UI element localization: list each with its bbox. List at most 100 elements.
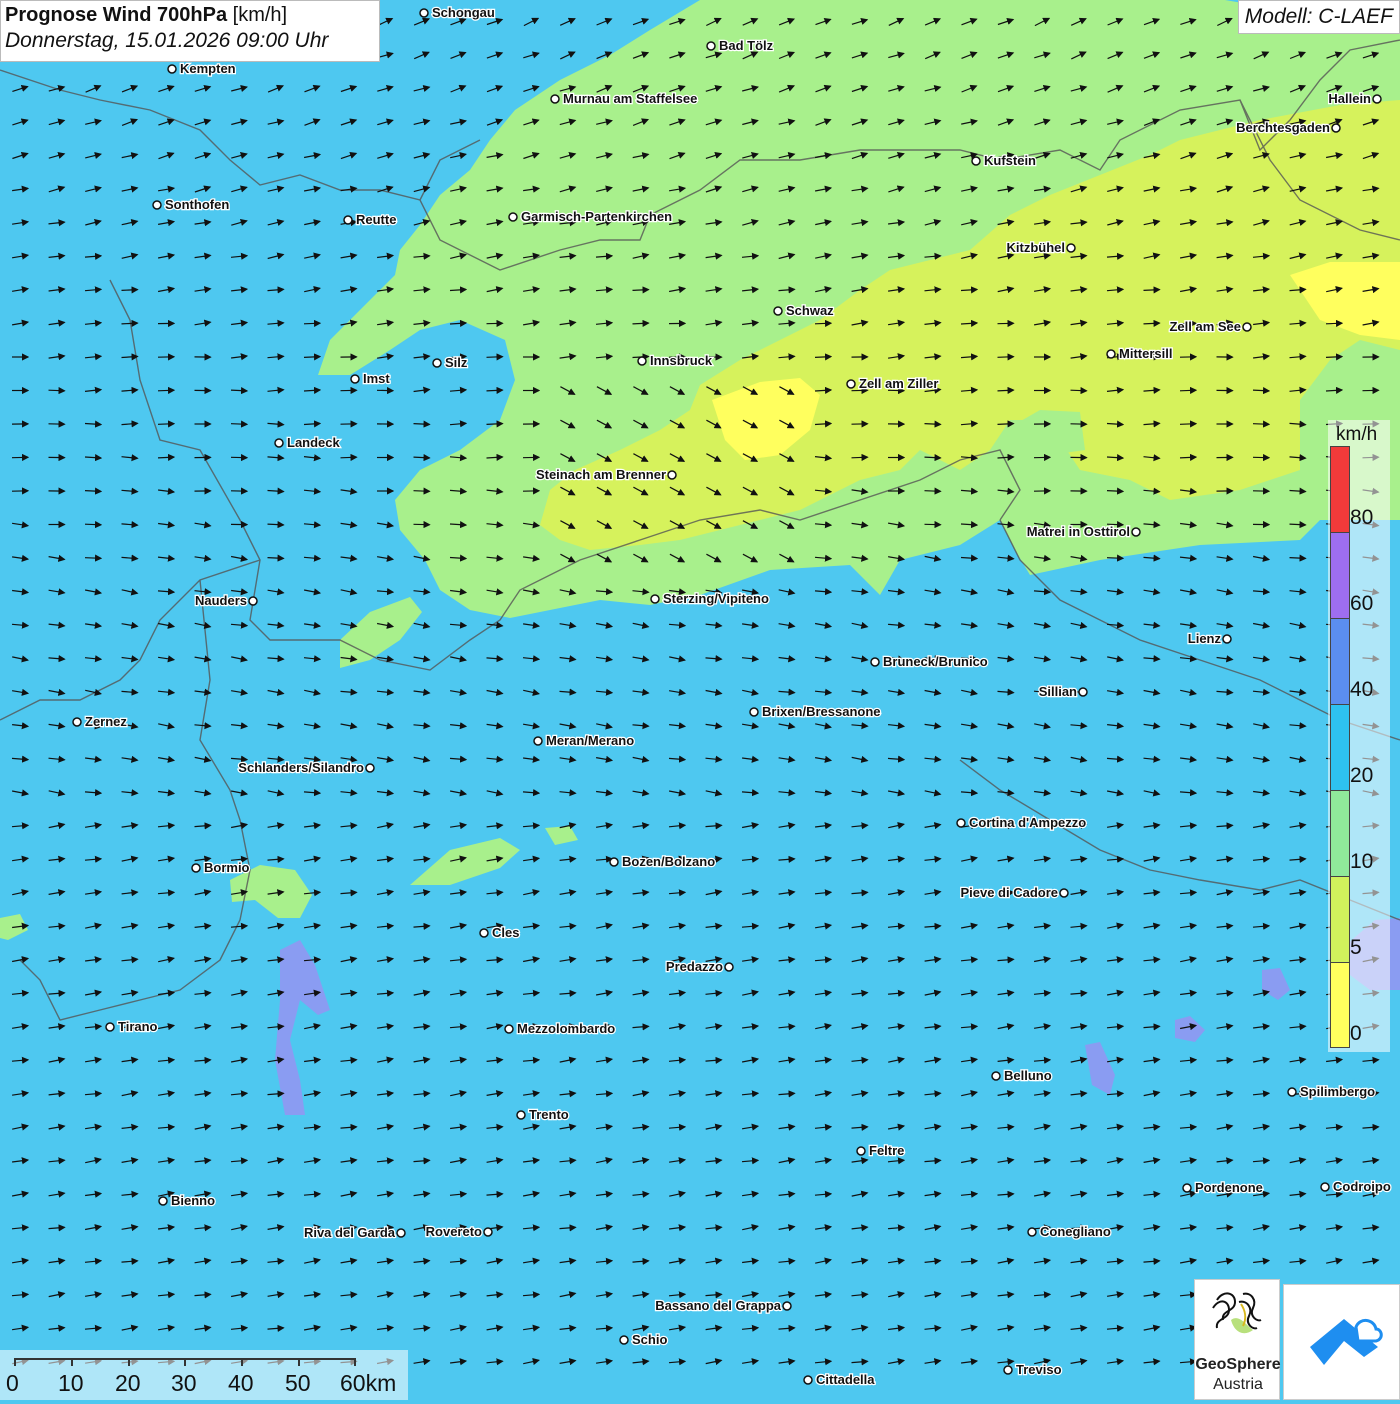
wind-arrow xyxy=(1144,323,1160,324)
geosphere-emblem-icon xyxy=(1195,1280,1279,1350)
city-dot xyxy=(480,929,488,937)
city-marker[interactable]: Steinach am Brenner xyxy=(536,467,676,482)
wind-arrow xyxy=(414,491,430,492)
city-label: Mittersill xyxy=(1119,346,1172,361)
geosphere-austria-logo[interactable]: GeoSphere Austria xyxy=(1194,1279,1280,1400)
wind-arrow xyxy=(487,390,503,391)
city-marker[interactable]: Sonthofen xyxy=(153,197,229,212)
city-label: Meran/Merano xyxy=(546,733,634,748)
title-unit: [km/h] xyxy=(233,4,287,26)
city-marker[interactable]: Innsbruck xyxy=(638,353,713,368)
wind-arrow xyxy=(1326,357,1342,358)
scale-label: 0 xyxy=(6,1370,19,1397)
city-label: Lienz xyxy=(1188,631,1222,646)
city-dot xyxy=(551,95,559,103)
city-marker[interactable]: Pieve di Cadore xyxy=(960,885,1068,900)
city-label: Treviso xyxy=(1016,1362,1062,1377)
city-marker[interactable]: Bozen/Bolzano xyxy=(610,854,715,869)
city-dot xyxy=(1321,1183,1329,1191)
city-marker[interactable]: Murnau am Staffelsee xyxy=(551,91,697,106)
city-dot xyxy=(433,359,441,367)
city-marker[interactable]: Garmisch-Partenkirchen xyxy=(509,209,672,224)
weather-app-logo[interactable] xyxy=(1283,1284,1400,1400)
wind-arrow xyxy=(1144,290,1160,291)
city-dot xyxy=(857,1147,865,1155)
scale-label: 60km xyxy=(340,1370,396,1397)
city-label: Imst xyxy=(363,371,390,386)
city-marker[interactable]: Matrei in Osttirol xyxy=(1027,524,1140,539)
city-label: Riva del Garda xyxy=(304,1225,396,1240)
city-label: Tirano xyxy=(118,1019,158,1034)
city-dot xyxy=(1288,1088,1296,1096)
city-dot xyxy=(750,708,758,716)
city-dot xyxy=(668,471,676,479)
geosphere-text: GeoSphere xyxy=(1195,1356,1281,1374)
city-label: Zell am See xyxy=(1169,319,1241,334)
city-dot xyxy=(1079,688,1087,696)
city-dot xyxy=(1183,1184,1191,1192)
city-marker[interactable]: Berchtesgaden xyxy=(1236,120,1340,135)
city-marker[interactable]: Zell am See xyxy=(1169,319,1251,334)
wind-arrow xyxy=(925,491,941,492)
wind-arrow xyxy=(633,290,649,291)
city-dot xyxy=(1067,244,1075,252)
city-marker[interactable]: Brixen/Bressanone xyxy=(750,704,881,719)
city-label: Kufstein xyxy=(984,153,1036,168)
city-marker[interactable]: Conegliano xyxy=(1028,1224,1111,1239)
wind-arrow xyxy=(1107,558,1123,559)
city-dot xyxy=(509,213,517,221)
city-marker[interactable]: Spilimbergo xyxy=(1288,1084,1375,1099)
wind-arrow xyxy=(231,424,247,425)
city-dot xyxy=(106,1023,114,1031)
city-marker[interactable]: Schongau xyxy=(420,5,495,20)
city-marker[interactable]: Kitzbühel xyxy=(1007,240,1076,255)
city-marker[interactable]: Sterzing/Vipiteno xyxy=(651,591,769,606)
city-marker[interactable]: Predazzo xyxy=(666,959,733,974)
wind-arrow xyxy=(633,323,649,324)
city-marker[interactable]: Zell am Ziller xyxy=(847,376,938,391)
city-label: Reutte xyxy=(356,212,396,227)
wind-arrow xyxy=(925,424,941,425)
legend-title: km/h xyxy=(1336,424,1377,446)
forecast-date: Donnerstag, 15.01.2026 09:00 Uhr xyxy=(5,29,375,53)
city-label: Mezzolombardo xyxy=(517,1021,615,1036)
city-label: Matrei in Osttirol xyxy=(1027,524,1130,539)
legend-swatch xyxy=(1330,618,1350,704)
scale-tick xyxy=(71,1358,73,1366)
city-marker[interactable]: Riva del Garda xyxy=(304,1225,405,1240)
city-label: Sillian xyxy=(1039,684,1077,699)
city-dot xyxy=(725,963,733,971)
wind-speed-legend: km/h 806040201050 xyxy=(1328,420,1390,1052)
city-label: Cles xyxy=(492,925,519,940)
city-marker[interactable]: Meran/Merano xyxy=(534,733,634,748)
legend-label: 60 xyxy=(1350,592,1373,616)
wind-arrow xyxy=(815,323,831,324)
city-label: Berchtesgaden xyxy=(1236,120,1330,135)
city-marker[interactable]: Bruneck/Brunico xyxy=(871,654,988,669)
city-marker[interactable]: Schlanders/Silandro xyxy=(238,760,374,775)
legend-swatch xyxy=(1330,704,1350,790)
scale-label: 50 xyxy=(285,1370,311,1397)
city-label: Schwaz xyxy=(786,303,834,318)
wind-arrow xyxy=(341,457,357,458)
city-label: Trento xyxy=(529,1107,569,1122)
wind-arrow xyxy=(414,424,430,425)
city-label: Zernez xyxy=(85,714,127,729)
city-marker[interactable]: Bassano del Grappa xyxy=(655,1298,791,1313)
city-label: Rovereto xyxy=(426,1224,482,1239)
wind-arrow xyxy=(998,390,1014,391)
city-label: Pieve di Cadore xyxy=(960,885,1058,900)
wind-map[interactable]: SchongauBad TölzKemptenMurnau am Staffel… xyxy=(0,0,1400,1400)
scale-label: 30 xyxy=(171,1370,197,1397)
city-dot xyxy=(1107,350,1115,358)
city-dot xyxy=(505,1025,513,1033)
city-dot xyxy=(1004,1366,1012,1374)
austria-text: Austria xyxy=(1195,1376,1281,1394)
wind-arrow xyxy=(852,457,868,458)
city-marker[interactable]: Mezzolombardo xyxy=(505,1021,615,1036)
city-marker[interactable]: Cortina d'Ampezzo xyxy=(957,815,1086,830)
scale-tick xyxy=(184,1358,186,1366)
wind-arrow xyxy=(85,558,101,559)
city-marker[interactable]: Pordenone xyxy=(1183,1180,1263,1195)
legend-swatch xyxy=(1330,532,1350,618)
